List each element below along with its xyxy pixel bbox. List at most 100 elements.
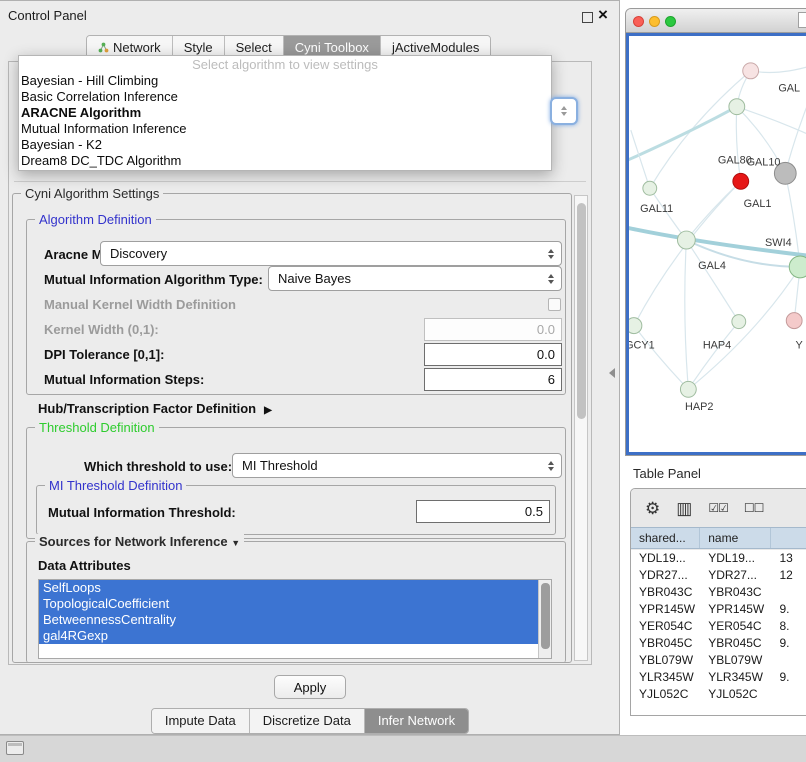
mi-type-label: Mutual Information Algorithm Type: [44,272,263,287]
network-edge[interactable] [650,71,751,188]
network-node[interactable] [629,318,642,334]
algorithm-option-bayesian-k2[interactable]: Bayesian - K2 [19,137,551,153]
table-row[interactable]: YBL079WYBL079W [631,652,806,669]
scrollbar-thumb[interactable] [577,203,586,419]
network-edge[interactable] [629,107,737,161]
network-window-titlebar[interactable] [626,9,806,33]
attribute-item-betweennesscentrality[interactable]: BetweennessCentrality [39,612,551,628]
table-toolbar: ⚙ ▥ ☑☑ ☐☐ [631,489,806,527]
algorithm-popup-list: Bayesian - Hill ClimbingBasic Correlatio… [19,73,551,169]
select-all-icon[interactable]: ☑☑ [708,502,728,514]
table-row[interactable]: YBR043CYBR043C [631,584,806,601]
column-header-name[interactable]: name [700,528,771,548]
manual-kernel-checkbox[interactable] [548,298,561,311]
network-node[interactable] [789,256,806,278]
mi-type-value: Naive Bayes [278,271,351,286]
algorithm-option-bayesian-hill-climbing[interactable]: Bayesian - Hill Climbing [19,73,551,89]
splitter-collapse-icon[interactable] [609,368,615,378]
network-canvas[interactable]: GALGAL80GAL10GAL11GAL1SWI4GAL4GCY1HAP4YH… [626,33,806,455]
network-edge[interactable] [685,240,689,389]
unchecked-box-icon: ☐ [744,501,754,515]
table-cell [771,652,806,669]
manual-kernel-label: Manual Kernel Width Definition [44,297,236,312]
dpi-tolerance-field[interactable] [424,343,562,366]
network-node[interactable] [677,231,695,249]
table-cell: YBR043C [700,584,771,601]
network-edge[interactable] [737,107,806,136]
sources-toggle[interactable]: Sources for Network Inference ▼ [35,534,244,549]
algorithm-option-basic-correlation-inference[interactable]: Basic Correlation Inference [19,89,551,105]
network-node[interactable] [786,313,802,329]
node-label: SWI4 [765,237,792,249]
mi-type-combobox[interactable]: Naive Bayes [268,266,562,291]
table-row[interactable]: YER054CYER054C8. [631,618,806,635]
which-threshold-combobox[interactable]: MI Threshold [232,453,562,478]
which-threshold-value: MI Threshold [242,458,318,473]
bottom-tab-infer-network[interactable]: Infer Network [365,709,468,733]
algorithm-option-aracne-algorithm[interactable]: ARACNE Algorithm [19,105,551,121]
algorithm-option-mutual-information-inference[interactable]: Mutual Information Inference [19,121,551,137]
network-edge[interactable] [736,107,740,182]
network-node[interactable] [732,315,746,329]
network-edge[interactable] [686,240,738,322]
zoom-traffic-light[interactable] [665,16,676,27]
aracne-mode-value: Discovery [110,246,167,261]
combo-arrows-icon [548,461,554,471]
scrollbar-thumb[interactable] [541,583,550,649]
sources-title: Sources for Network Inference [39,534,228,549]
attribute-item-gal4rgexp[interactable]: gal4RGexp [39,628,551,644]
attribute-item-selfloops[interactable]: SelfLoops [39,580,551,596]
close-icon[interactable]: × [598,5,608,25]
triangle-right-icon: ▶ [264,405,272,416]
select-none-icon[interactable]: ☐☐ [744,502,764,514]
table-row[interactable]: YBR045CYBR045C9. [631,635,806,652]
close-traffic-light[interactable] [633,16,644,27]
column-header-2[interactable] [771,528,806,548]
hub-definition-toggle[interactable]: Hub/Transcription Factor Definition▶ [38,401,272,416]
network-node[interactable] [643,181,657,195]
network-edge[interactable] [785,96,806,174]
network-node[interactable] [743,63,759,79]
table-row[interactable]: YPR145WYPR145W9. [631,601,806,618]
table-cell: YER054C [631,618,700,635]
float-window-icon[interactable] [582,12,593,23]
algorithm-combobox-fragment[interactable] [550,97,578,125]
apply-button[interactable]: Apply [274,675,346,699]
mi-threshold-field[interactable] [416,500,550,523]
bottom-tab-impute-data[interactable]: Impute Data [152,709,250,733]
table-row[interactable]: YJL052CYJL052C [631,686,806,703]
aracne-mode-combobox[interactable]: Discovery [100,241,562,266]
taskbar-window-icon[interactable] [6,741,24,755]
minimize-traffic-light[interactable] [649,16,660,27]
gear-icon[interactable]: ⚙ [645,500,660,517]
settings-scrollbar[interactable] [574,195,588,661]
table-header: shared...name [631,527,806,549]
network-node[interactable] [729,99,745,115]
table-cell: YBL079W [631,652,700,669]
attributes-list-scrollbar[interactable] [538,580,551,658]
bottom-tab-discretize-data[interactable]: Discretize Data [250,709,365,733]
network-edge[interactable] [631,131,650,189]
attribute-item-topologicalcoefficient[interactable]: TopologicalCoefficient [39,596,551,612]
network-edge[interactable] [688,322,738,390]
columns-icon[interactable]: ▥ [676,500,692,517]
network-node[interactable] [733,173,749,189]
network-edge[interactable] [634,326,688,390]
mi-threshold-definition-title: MI Threshold Definition [45,478,186,493]
table-cell: YBR043C [631,584,700,601]
algorithm-popup-prompt: Select algorithm to view settings [19,56,551,73]
table-cell: 8. [771,618,806,635]
algorithm-option-dream8-dc-tdc-algorithm[interactable]: Dream8 DC_TDC Algorithm [19,153,551,169]
table-row[interactable]: YLR345WYLR345W9. [631,669,806,686]
table-row[interactable]: YDR27...YDR27...12 [631,567,806,584]
mi-steps-field[interactable] [424,368,562,391]
table-cell: YPR145W [700,601,771,618]
network-node[interactable] [680,381,696,397]
table-body: YDL19...YDL19...13YDR27...YDR27...12YBR0… [631,550,806,715]
node-label: HAP4 [703,339,731,351]
kernel-width-field[interactable] [424,318,562,341]
column-header-shared[interactable]: shared... [631,528,700,548]
table-row[interactable]: YDL19...YDL19...13 [631,550,806,567]
network-edge[interactable] [688,267,800,389]
table-cell: 9. [771,601,806,618]
